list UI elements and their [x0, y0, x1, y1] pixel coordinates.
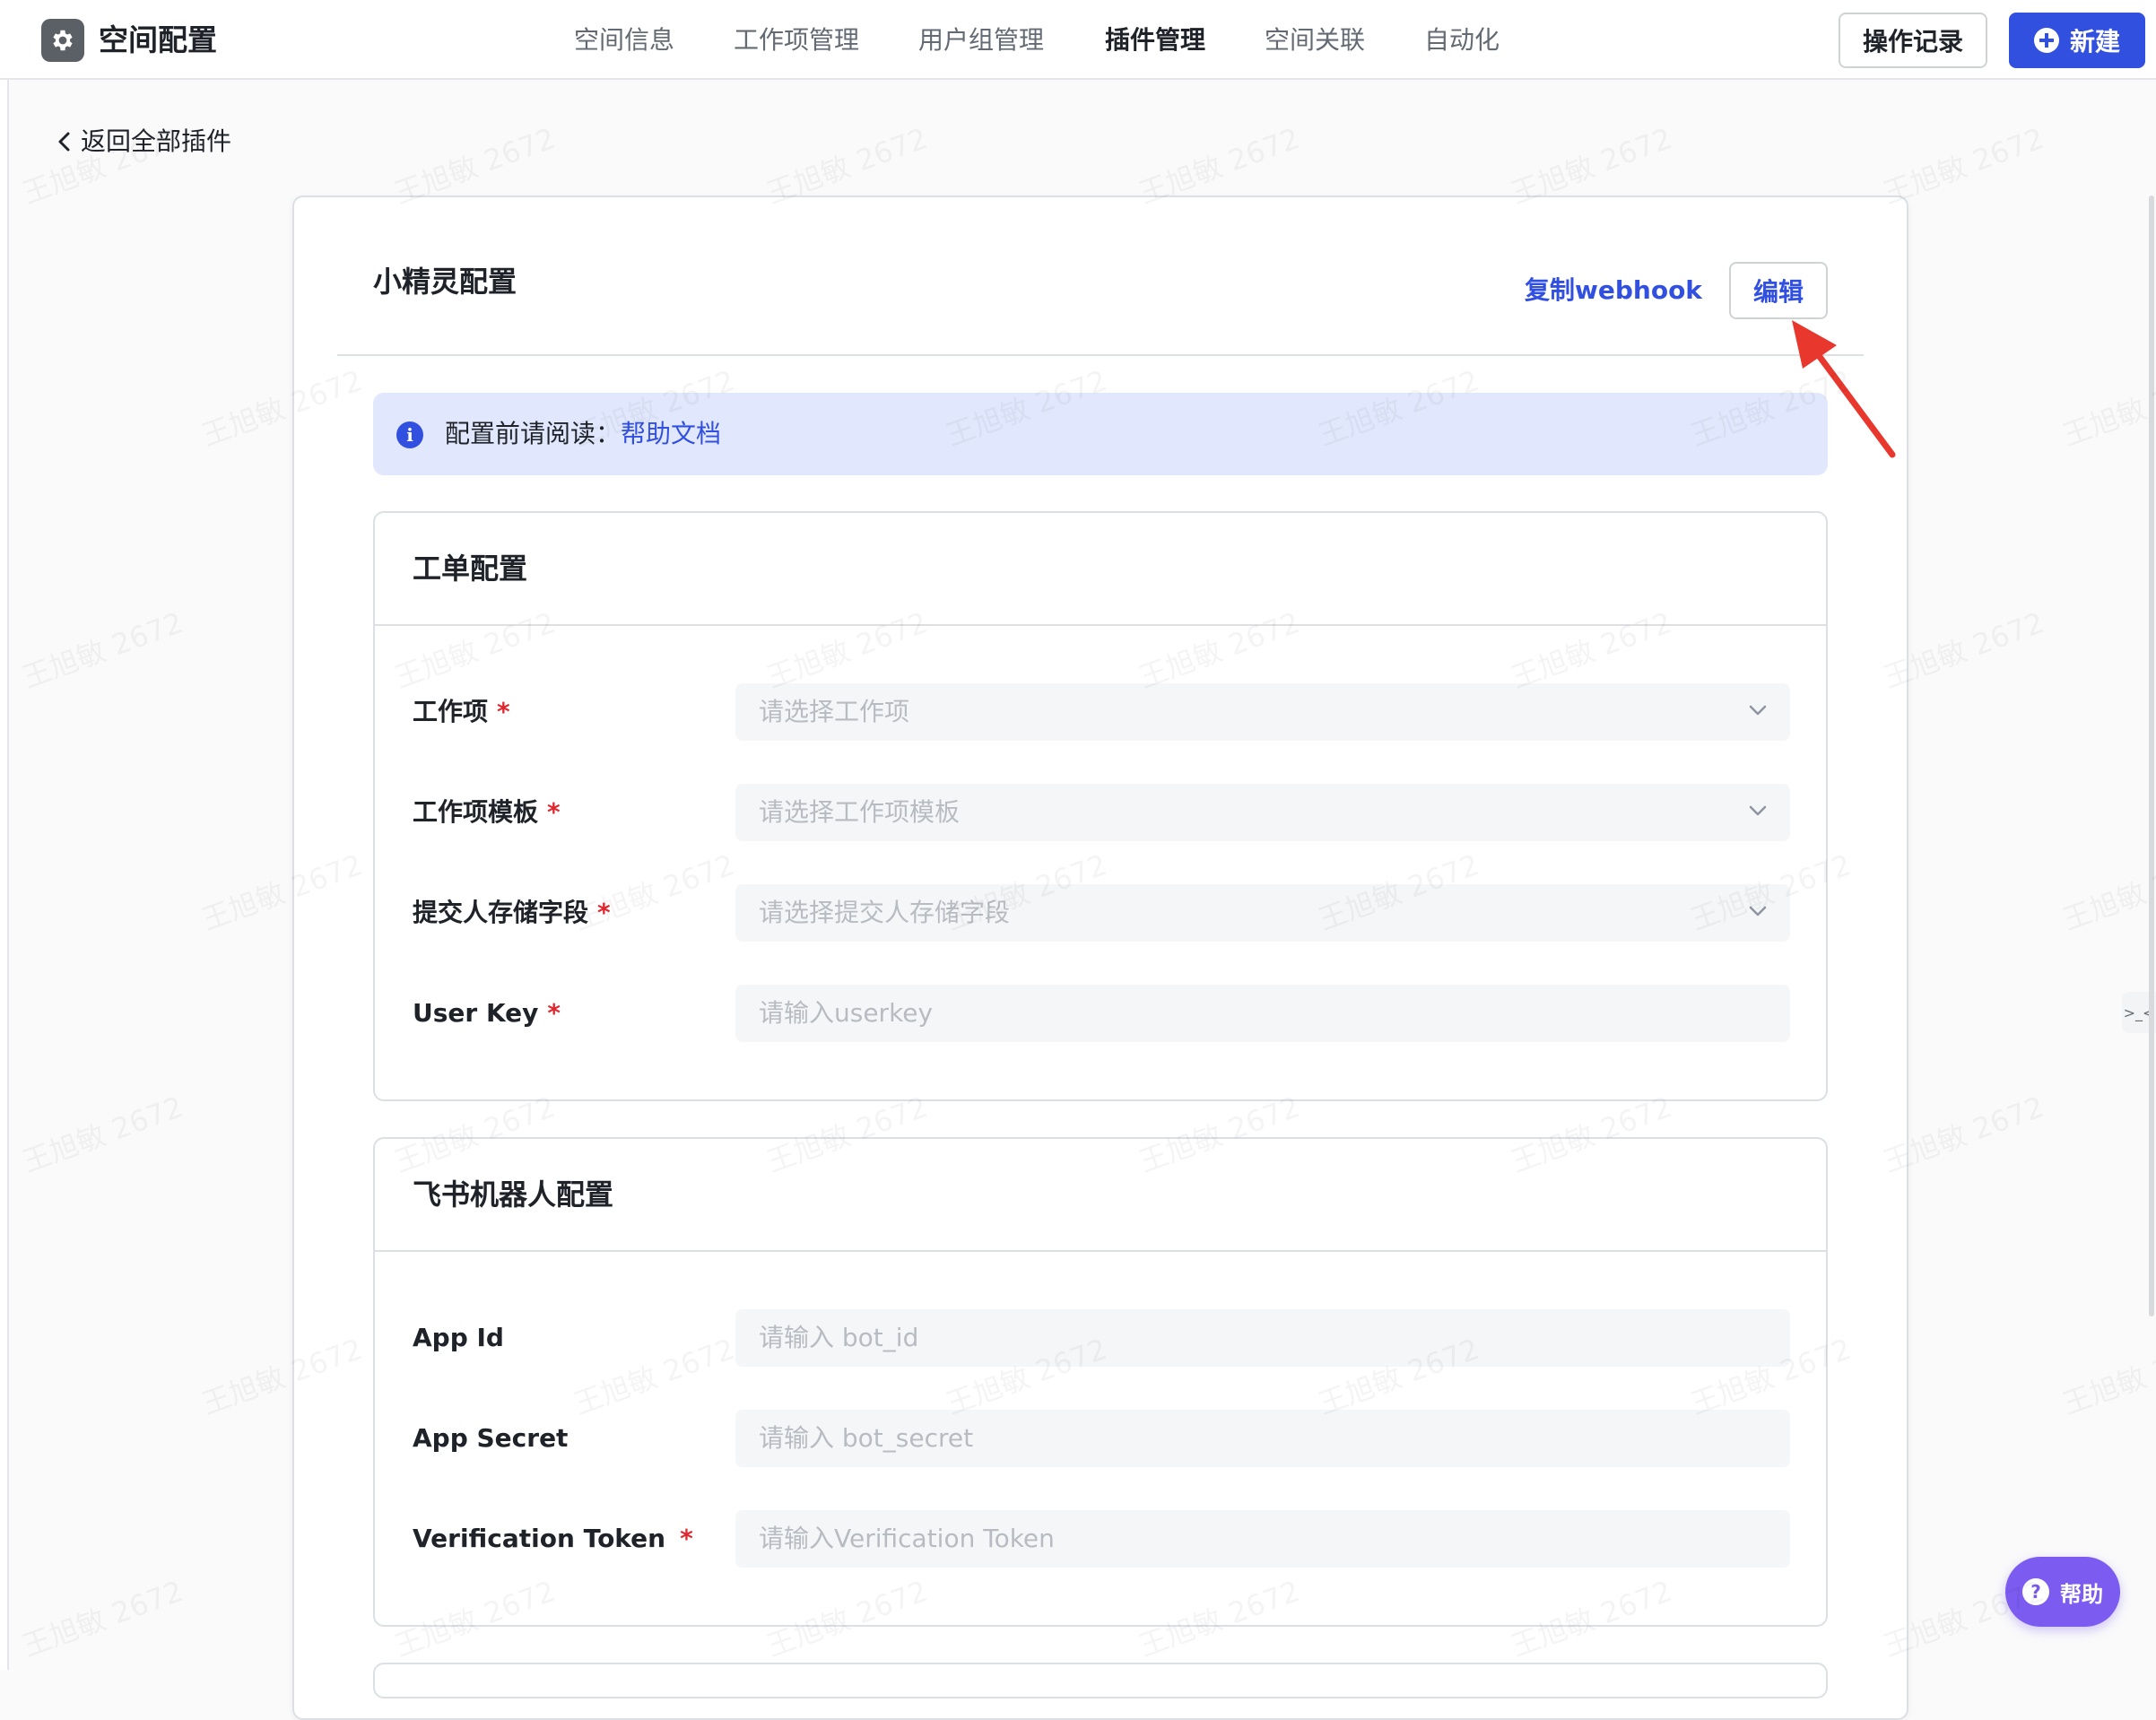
- required-mark: *: [680, 1524, 693, 1553]
- back-to-all-plugins-link[interactable]: 返回全部插件: [56, 124, 231, 160]
- gear-icon: [41, 19, 84, 62]
- watermark-text: 王旭敏 2672: [2056, 842, 2156, 938]
- help-button-label: 帮助: [2060, 1581, 2103, 1607]
- tab-user-group-management[interactable]: 用户组管理: [918, 22, 1044, 59]
- app-id-label: App Id: [413, 1323, 504, 1352]
- back-link-label: 返回全部插件: [81, 126, 232, 156]
- work-item-placeholder: 请选择工作项: [759, 697, 910, 726]
- verification-token-placeholder: 请输入Verification Token: [759, 1524, 1055, 1553]
- work-item-label: 工作项 *: [413, 694, 510, 730]
- edit-button-label: 编辑: [1752, 277, 1804, 307]
- user-key-placeholder: 请输入userkey: [759, 998, 934, 1028]
- required-mark: *: [597, 898, 611, 927]
- plus-circle-icon: [2033, 28, 2059, 53]
- next-section-edge: [373, 1663, 1828, 1698]
- notice-text: 配置前请阅读：帮助文档: [445, 416, 721, 452]
- required-mark: *: [547, 797, 561, 827]
- chevron-down-icon: [1749, 906, 1767, 916]
- work-item-template-placeholder: 请选择工作项模板: [759, 797, 961, 827]
- user-key-label: User Key *: [413, 995, 561, 1031]
- verification-token-label: Verification Token *: [413, 1521, 693, 1557]
- work-item-template-label-text: 工作项模板: [413, 797, 539, 827]
- copy-webhook-link[interactable]: 复制webhook: [1525, 273, 1702, 308]
- tab-space-info[interactable]: 空间信息: [574, 22, 674, 59]
- notice-prefix: 配置前请阅读：: [445, 419, 622, 448]
- bot-config-title: 飞书机器人配置: [413, 1177, 614, 1212]
- work-item-select[interactable]: 请选择工作项: [735, 683, 1790, 741]
- top-bar: [0, 0, 2156, 80]
- info-icon: i: [396, 421, 423, 448]
- tab-automation[interactable]: 自动化: [1424, 22, 1500, 59]
- watermark-text: 王旭敏 2672: [2056, 358, 2156, 454]
- user-key-label-text: User Key: [413, 998, 539, 1028]
- work-item-template-select[interactable]: 请选择工作项模板: [735, 784, 1790, 841]
- chevron-left-icon: [58, 132, 70, 152]
- tab-work-item-management[interactable]: 工作项管理: [734, 22, 859, 59]
- help-button[interactable]: ? 帮助: [2005, 1557, 2120, 1627]
- new-button-label: 新建: [2069, 27, 2120, 56]
- card-header-divider: [337, 354, 1864, 356]
- watermark-text: 王旭敏 2672: [2056, 1326, 2156, 1422]
- edit-button[interactable]: 编辑: [1729, 262, 1828, 319]
- submitter-field-placeholder: 请选择提交人存储字段: [759, 898, 1011, 927]
- user-key-input[interactable]: 请输入userkey: [735, 985, 1790, 1042]
- verification-token-label-text: Verification Token: [413, 1524, 666, 1553]
- app-secret-label: App Secret: [413, 1423, 569, 1453]
- tab-plugin-management[interactable]: 插件管理: [1105, 22, 1205, 59]
- card-title: 小精灵配置: [373, 265, 517, 299]
- required-mark: *: [497, 697, 510, 726]
- app-id-placeholder: 请输入 bot_id: [759, 1323, 919, 1352]
- app-title: 空间配置: [99, 22, 217, 57]
- submitter-field-label-text: 提交人存储字段: [413, 898, 589, 927]
- watermark-text: 王旭敏 2672: [16, 1084, 188, 1180]
- submitter-field-label: 提交人存储字段 *: [413, 895, 611, 931]
- ticket-config-title: 工单配置: [413, 552, 528, 586]
- left-edge: [0, 80, 9, 1670]
- verification-token-input[interactable]: 请输入Verification Token: [735, 1510, 1790, 1568]
- bot-section-divider: [375, 1250, 1826, 1252]
- new-button[interactable]: 新建: [2009, 13, 2145, 68]
- required-mark: *: [547, 998, 561, 1028]
- work-item-template-label: 工作项模板 *: [413, 795, 561, 830]
- operation-log-label: 操作记录: [1862, 27, 1963, 56]
- page-scrollbar[interactable]: [2149, 195, 2154, 1316]
- submitter-field-select[interactable]: 请选择提交人存储字段: [735, 884, 1790, 942]
- question-icon: ?: [2022, 1578, 2049, 1605]
- app-secret-input[interactable]: 请输入 bot_secret: [735, 1410, 1790, 1467]
- chevron-down-icon: [1749, 805, 1767, 816]
- watermark-text: 王旭敏 2672: [16, 600, 188, 696]
- tab-space-association[interactable]: 空间关联: [1265, 22, 1365, 59]
- watermark-text: 王旭敏 2672: [16, 1568, 188, 1664]
- work-item-label-text: 工作项: [413, 697, 489, 726]
- chevron-down-icon: [1749, 705, 1767, 716]
- help-doc-link[interactable]: 帮助文档: [621, 419, 721, 448]
- app-secret-placeholder: 请输入 bot_secret: [759, 1423, 974, 1453]
- operation-log-button[interactable]: 操作记录: [1839, 13, 1987, 68]
- app-id-input[interactable]: 请输入 bot_id: [735, 1309, 1790, 1367]
- ticket-section-divider: [375, 624, 1826, 626]
